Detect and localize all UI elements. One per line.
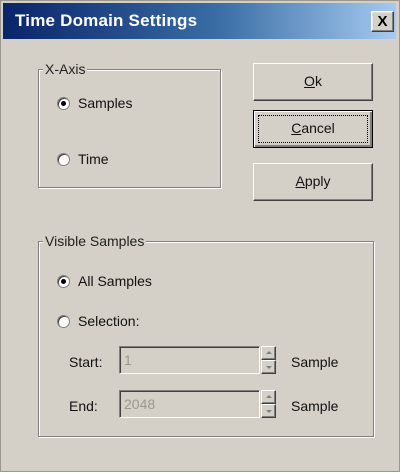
title-bar: Time Domain Settings X	[3, 3, 396, 39]
radio-all-samples-indicator[interactable]	[57, 275, 70, 288]
focus-rectangle	[258, 115, 368, 143]
dialog-title: Time Domain Settings	[15, 11, 198, 30]
end-input[interactable]: 2048	[119, 390, 260, 418]
arrow-down-icon	[266, 410, 272, 413]
time-domain-settings-dialog: Time Domain Settings X X-Axis Samples Ti…	[0, 0, 400, 472]
cancel-button[interactable]: Cancel	[253, 110, 373, 148]
x-axis-group	[38, 69, 221, 188]
radio-selection-indicator[interactable]	[57, 315, 70, 328]
end-spin-down[interactable]	[261, 404, 276, 418]
start-input[interactable]: 1	[119, 346, 260, 374]
end-value: 2048	[124, 396, 156, 412]
end-unit-label: Sample	[291, 398, 339, 414]
x-axis-group-label: X-Axis	[43, 61, 88, 77]
close-icon: X	[377, 13, 388, 30]
radio-samples-indicator[interactable]	[57, 97, 70, 110]
radio-selected-dot	[61, 101, 66, 106]
end-spinner[interactable]	[261, 390, 276, 418]
radio-all-samples-label[interactable]: All Samples	[78, 273, 152, 289]
end-label: End:	[69, 398, 98, 414]
start-unit-label: Sample	[291, 354, 339, 370]
arrow-up-icon	[266, 395, 272, 398]
ok-button[interactable]: Ok	[253, 63, 373, 101]
start-label: Start:	[69, 354, 103, 370]
start-spin-down[interactable]	[261, 360, 276, 374]
close-button[interactable]: X	[371, 11, 394, 32]
radio-selection-label[interactable]: Selection:	[78, 313, 139, 329]
radio-time-label[interactable]: Time	[78, 151, 109, 167]
start-spinner[interactable]	[261, 346, 276, 374]
start-spin-up[interactable]	[261, 346, 276, 360]
radio-time-indicator[interactable]	[57, 153, 70, 166]
apply-button[interactable]: Apply	[253, 163, 373, 201]
arrow-down-icon	[266, 366, 272, 369]
ok-label-rest: k	[314, 73, 322, 89]
visible-samples-group-label: Visible Samples	[43, 233, 147, 249]
start-value: 1	[124, 352, 132, 368]
arrow-up-icon	[266, 351, 272, 354]
ok-accelerator: O	[304, 73, 315, 89]
apply-accelerator: A	[295, 173, 305, 189]
radio-selected-dot	[61, 279, 66, 284]
radio-samples-label[interactable]: Samples	[78, 95, 132, 111]
end-spin-up[interactable]	[261, 390, 276, 404]
apply-label-rest: pply	[304, 173, 331, 189]
